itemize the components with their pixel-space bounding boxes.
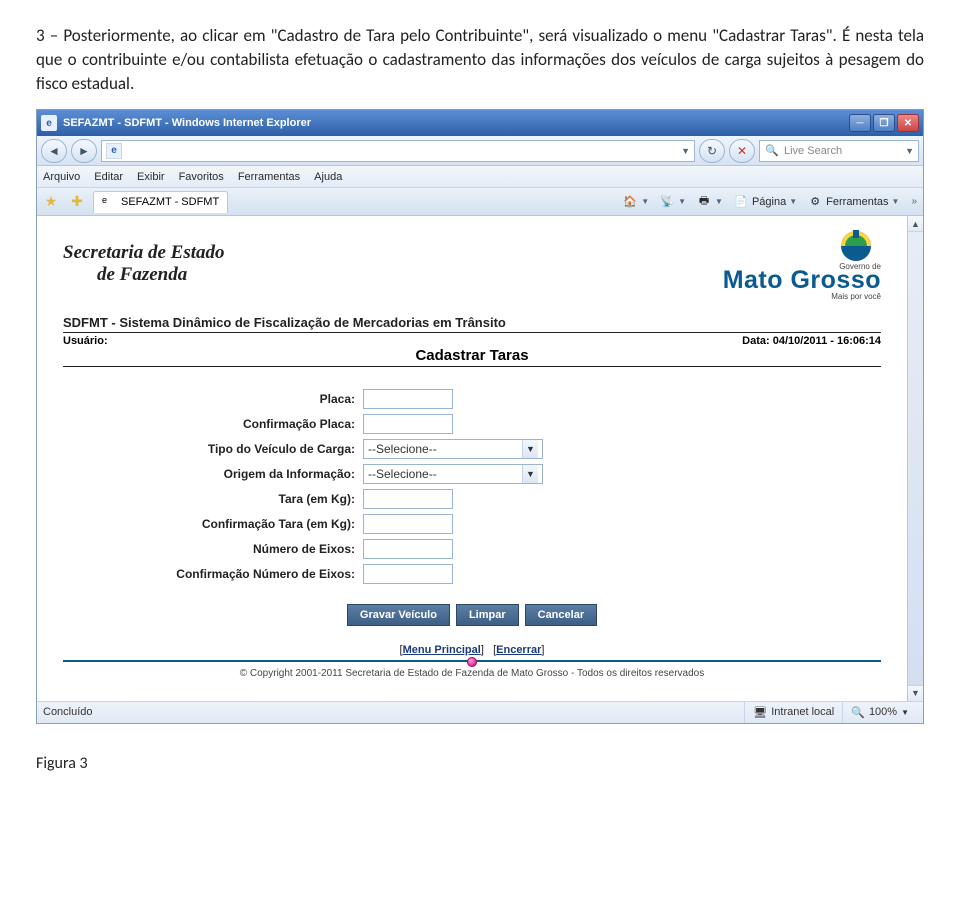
minimize-button[interactable]: ─ [849, 114, 871, 132]
taras-form: Placa: Confirmação Placa: Tipo do Veícul… [63, 389, 881, 626]
select-origem[interactable]: --Selecione-- ▼ [363, 464, 543, 484]
tab-row: ★ ✚ e SEFAZMT - SDFMT 🏠▼ 📡▼ 🖶▼ 📄Página▼ … [37, 188, 923, 216]
link-menu-principal[interactable]: Menu Principal [403, 644, 481, 656]
intranet-icon: 🖥 [753, 706, 767, 719]
gravar-button[interactable]: Gravar Veículo [347, 604, 450, 626]
stop-button[interactable]: ✕ [729, 139, 755, 163]
browser-window: e SEFAZMT - SDFMT - Windows Internet Exp… [36, 109, 924, 724]
refresh-button[interactable]: ↻ [699, 139, 725, 163]
tab-title: SEFAZMT - SDFMT [121, 196, 219, 208]
label-origem: Origem da Informação: [63, 467, 363, 481]
copyright: © Copyright 2001-2011 Secretaria de Esta… [37, 668, 907, 679]
select-tipo-veiculo[interactable]: --Selecione-- ▼ [363, 439, 543, 459]
ie-icon: e [41, 115, 57, 131]
toolbar-overflow-icon[interactable]: » [909, 196, 919, 207]
footer-links: [Menu Principal] [Encerrar] [37, 644, 907, 656]
tab-current[interactable]: e SEFAZMT - SDFMT [93, 191, 228, 213]
window-titlebar: e SEFAZMT - SDFMT - Windows Internet Exp… [37, 110, 923, 136]
usuario-label: Usuário: [63, 335, 108, 347]
vertical-scrollbar[interactable]: ▲ ▼ [907, 216, 923, 701]
label-eixos: Número de Eixos: [63, 542, 363, 556]
link-encerrar[interactable]: Encerrar [496, 644, 541, 656]
label-tipo-veiculo: Tipo do Veículo de Carga: [63, 442, 363, 456]
input-conf-eixos[interactable] [363, 564, 453, 584]
zoom-icon: 🔍 [851, 706, 865, 719]
scroll-down-icon[interactable]: ▼ [908, 685, 923, 701]
select-tipo-value: --Selecione-- [368, 442, 437, 456]
sef-title: Secretaria de Estado de Fazenda [63, 242, 225, 286]
sef-line1: Secretaria de Estado [63, 242, 225, 264]
mato-grosso-logo-icon [831, 226, 881, 262]
menu-ajuda[interactable]: Ajuda [314, 171, 342, 183]
input-conf-placa[interactable] [363, 414, 453, 434]
back-button[interactable]: ◄ [41, 139, 67, 163]
input-tara[interactable] [363, 489, 453, 509]
search-placeholder: Live Search [784, 145, 842, 157]
rss-icon: 📡 [659, 194, 675, 210]
chevron-down-icon: ▼ [522, 440, 538, 458]
status-bar: Concluído 🖥 Intranet local 🔍 100% ▼ [37, 701, 923, 723]
separator [63, 366, 881, 367]
menu-bar: Arquivo Editar Exibir Favoritos Ferramen… [37, 166, 923, 188]
home-icon: 🏠 [622, 194, 638, 210]
gear-icon: ⚙ [807, 194, 823, 210]
label-conf-placa: Confirmação Placa: [63, 417, 363, 431]
menu-editar[interactable]: Editar [94, 171, 123, 183]
page-icon-tool: 📄 [733, 194, 749, 210]
nav-row: ◄ ► e ▼ ↻ ✕ 🔍 Live Search ▼ [37, 136, 923, 166]
limpar-button[interactable]: Limpar [456, 604, 519, 626]
menu-arquivo[interactable]: Arquivo [43, 171, 80, 183]
address-dropdown-icon[interactable]: ▼ [681, 146, 690, 156]
label-placa: Placa: [63, 392, 363, 406]
cancelar-button[interactable]: Cancelar [525, 604, 597, 626]
search-dropdown-icon[interactable]: ▼ [905, 146, 914, 156]
tools-menu[interactable]: ⚙Ferramentas▼ [807, 194, 899, 210]
search-icon: 🔍 [764, 143, 780, 159]
search-box[interactable]: 🔍 Live Search ▼ [759, 140, 919, 162]
page-icon: e [106, 143, 122, 159]
input-placa[interactable] [363, 389, 453, 409]
menu-favoritos[interactable]: Favoritos [179, 171, 224, 183]
label-conf-eixos: Confirmação Número de Eixos: [63, 567, 363, 581]
status-zone: 🖥 Intranet local [744, 702, 842, 723]
close-button[interactable]: ✕ [897, 114, 919, 132]
home-button[interactable]: 🏠▼ [622, 194, 649, 210]
page-header: Secretaria de Estado de Fazenda Governo … [37, 216, 907, 307]
select-origem-value: --Selecione-- [368, 467, 437, 481]
brand-name: Mato Grosso [723, 266, 881, 294]
feeds-button[interactable]: 📡▼ [659, 194, 686, 210]
print-icon: 🖶 [696, 194, 712, 210]
add-favorite-icon[interactable]: ✚ [67, 192, 87, 212]
data-label: Data: 04/10/2011 - 16:06:14 [742, 335, 881, 347]
scroll-up-icon[interactable]: ▲ [908, 216, 923, 232]
sef-line2: de Fazenda [97, 264, 225, 286]
tab-icon: e [102, 195, 116, 209]
menu-exibir[interactable]: Exibir [137, 171, 165, 183]
input-conf-tara[interactable] [363, 514, 453, 534]
footer-dot-icon [467, 657, 477, 667]
label-conf-tara: Confirmação Tara (em Kg): [63, 517, 363, 531]
window-title: SEFAZMT - SDFMT - Windows Internet Explo… [63, 117, 311, 129]
forward-button[interactable]: ► [71, 139, 97, 163]
intro-paragraph: 3 – Posteriormente, ao clicar em "Cadast… [36, 24, 924, 95]
chevron-down-icon: ▼ [522, 465, 538, 483]
status-done: Concluído [43, 706, 93, 718]
figure-label: Figura 3 [36, 754, 924, 773]
menu-ferramentas[interactable]: Ferramentas [238, 171, 300, 183]
favorites-star-icon[interactable]: ★ [41, 192, 61, 212]
address-bar[interactable]: e ▼ [101, 140, 695, 162]
system-title: SDFMT - Sistema Dinâmico de Fiscalização… [63, 311, 881, 333]
footer-rule [63, 660, 881, 662]
page-menu[interactable]: 📄Página▼ [733, 194, 797, 210]
label-tara: Tara (em Kg): [63, 492, 363, 506]
print-button[interactable]: 🖶▼ [696, 194, 723, 210]
input-eixos[interactable] [363, 539, 453, 559]
status-zoom[interactable]: 🔍 100% ▼ [842, 702, 917, 723]
maximize-button[interactable]: ❐ [873, 114, 895, 132]
form-title: Cadastrar Taras [37, 347, 907, 364]
brand-block: Governo de Mato Grosso Mais por você [723, 226, 881, 301]
